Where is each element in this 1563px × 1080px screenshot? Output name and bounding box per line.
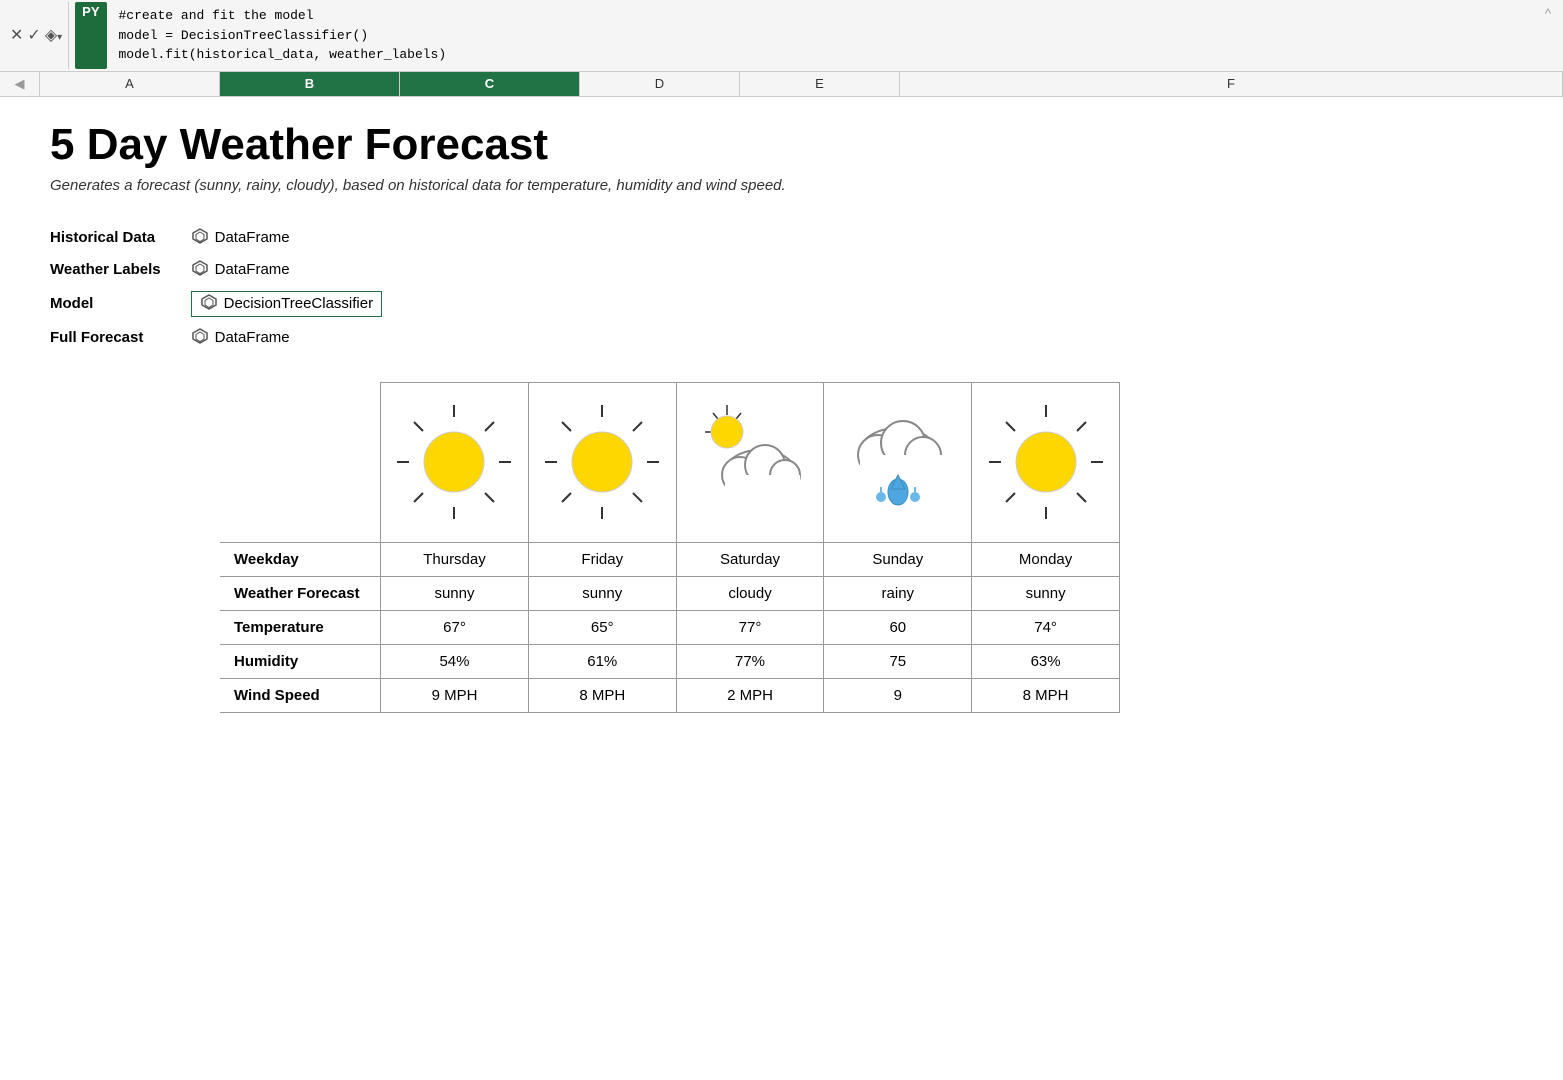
col-header-b[interactable]: B — [220, 72, 400, 96]
expand-icon[interactable]: ^ — [1537, 2, 1559, 25]
humidity-monday: 63% — [972, 644, 1120, 678]
weather-friday: sunny — [528, 576, 676, 610]
input-row-model: Model DecisionTreeClassifier — [50, 286, 392, 322]
dataframe-icon-4 — [191, 327, 209, 349]
humidity-sunday: 75 — [824, 644, 972, 678]
weather-forecast-row: Weather Forecast sunny sunny cloudy rain… — [220, 576, 1120, 610]
weather-sunday: rainy — [824, 576, 972, 610]
input-label-model: Model — [50, 286, 191, 322]
col-header-d[interactable]: D — [580, 72, 740, 96]
temp-saturday: 77° — [676, 610, 824, 644]
weekday-friday: Friday — [528, 542, 676, 576]
weekday-sunday: Sunday — [824, 542, 972, 576]
weather-thursday: sunny — [381, 576, 529, 610]
confirm-icon[interactable]: ✓ — [27, 25, 40, 45]
weekday-monday: Monday — [972, 542, 1120, 576]
weather-icon-row — [220, 382, 1120, 542]
temp-friday: 65° — [528, 610, 676, 644]
weather-icon-monday — [972, 382, 1120, 542]
formula-bar: ✕ ✓ ◈▾ PY #create and fit the model mode… — [0, 0, 1563, 72]
wind-friday: 8 MPH — [528, 678, 676, 712]
col-header-a[interactable]: A — [40, 72, 220, 96]
col-header-c[interactable]: C — [400, 72, 580, 96]
row-number-header: ◀ — [0, 72, 40, 96]
weather-icon-friday — [528, 382, 676, 542]
weather-monday: sunny — [972, 576, 1120, 610]
formula-code: #create and fit the model model = Decisi… — [113, 2, 1537, 69]
forecast-table: Weekday Thursday Friday Saturday Sunday … — [220, 382, 1120, 713]
col-header-f[interactable]: F — [900, 72, 1563, 96]
input-label-historical: Historical Data — [50, 222, 191, 254]
input-label-full-forecast: Full Forecast — [50, 322, 191, 354]
column-headers: ◀ A B C D E F — [0, 72, 1563, 97]
weather-saturday: cloudy — [676, 576, 824, 610]
py-badge: PY — [75, 2, 106, 69]
humidity-thursday: 54% — [381, 644, 529, 678]
sheet-content: 5 Day Weather Forecast Generates a forec… — [0, 97, 1563, 753]
close-icon[interactable]: ✕ — [10, 25, 23, 45]
wind-speed-row: Wind Speed 9 MPH 8 MPH 2 MPH 9 8 MPH — [220, 678, 1120, 712]
weather-icon-saturday — [676, 382, 824, 542]
page-title: 5 Day Weather Forecast — [50, 121, 1523, 169]
wind-monday: 8 MPH — [972, 678, 1120, 712]
formula-bar-icons[interactable]: ✕ ✓ ◈▾ — [4, 2, 69, 69]
input-label-labels: Weather Labels — [50, 254, 191, 286]
inputs-table: Historical Data DataFrame Weather Labels — [50, 222, 392, 354]
input-row-full-forecast: Full Forecast DataFrame — [50, 322, 392, 354]
humidity-row: Humidity 54% 61% 77% 75 63% — [220, 644, 1120, 678]
weather-forecast-label: Weather Forecast — [220, 576, 381, 610]
input-value-full-forecast: DataFrame — [191, 327, 383, 349]
dataframe-icon-2 — [191, 259, 209, 281]
temperature-label: Temperature — [220, 610, 381, 644]
input-value-historical: DataFrame — [191, 227, 383, 249]
temp-thursday: 67° — [381, 610, 529, 644]
humidity-saturday: 77% — [676, 644, 824, 678]
wind-speed-label: Wind Speed — [220, 678, 381, 712]
dataframe-icon-3 — [200, 293, 218, 315]
input-value-model[interactable]: DecisionTreeClassifier — [191, 291, 383, 317]
temp-sunday: 60 — [824, 610, 972, 644]
weekday-label: Weekday — [220, 542, 381, 576]
dataframe-icon-1 — [191, 227, 209, 249]
input-row-historical: Historical Data DataFrame — [50, 222, 392, 254]
input-row-labels: Weather Labels DataFrame — [50, 254, 392, 286]
weekday-thursday: Thursday — [381, 542, 529, 576]
col-header-e[interactable]: E — [740, 72, 900, 96]
humidity-label: Humidity — [220, 644, 381, 678]
weather-icon-sunday — [824, 382, 972, 542]
temp-monday: 74° — [972, 610, 1120, 644]
humidity-friday: 61% — [528, 644, 676, 678]
temperature-row: Temperature 67° 65° 77° 60 74° — [220, 610, 1120, 644]
weather-icon-thursday — [381, 382, 529, 542]
wind-thursday: 9 MPH — [381, 678, 529, 712]
subtitle: Generates a forecast (sunny, rainy, clou… — [50, 177, 1523, 194]
weekday-saturday: Saturday — [676, 542, 824, 576]
weekday-row: Weekday Thursday Friday Saturday Sunday … — [220, 542, 1120, 576]
layers-icon[interactable]: ◈▾ — [45, 25, 62, 45]
wind-saturday: 2 MPH — [676, 678, 824, 712]
forecast-wrapper: Weekday Thursday Friday Saturday Sunday … — [220, 382, 1523, 713]
wind-sunday: 9 — [824, 678, 972, 712]
input-value-labels: DataFrame — [191, 259, 383, 281]
